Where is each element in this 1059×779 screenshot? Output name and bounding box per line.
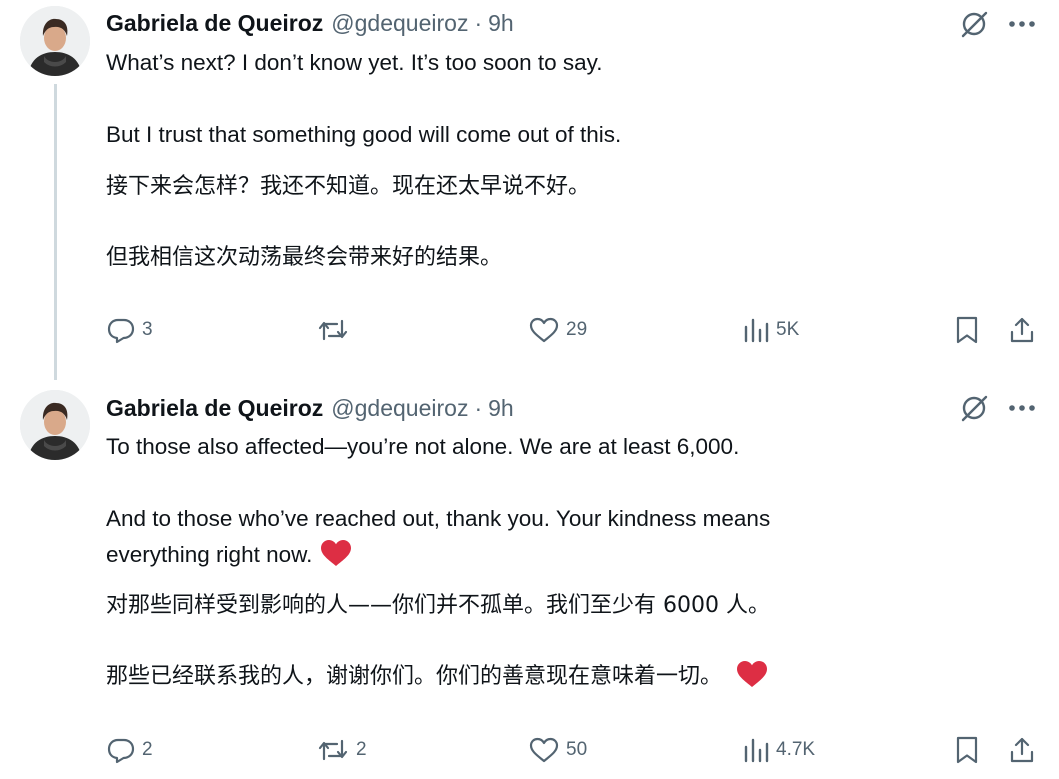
separator-dot: ·	[474, 9, 483, 36]
repost-button[interactable]: 2	[316, 734, 367, 766]
tweet-text-line: And to those who’ve reached out, thank y…	[106, 506, 771, 531]
tweet-1[interactable]: Gabriela de Queiroz @gdequeiroz · 9h Wha…	[0, 0, 1059, 380]
share-button[interactable]	[1008, 734, 1036, 766]
views-count: 5K	[776, 319, 800, 340]
tweet-text-line: 但我相信这次动荡最终会带来好的结果。	[106, 245, 503, 270]
reply-icon	[106, 315, 136, 345]
tweet-text-line: What’s next? I don’t know yet. It’s too …	[106, 50, 603, 75]
thread-line	[54, 84, 57, 380]
user-handle[interactable]: @gdequeiroz	[331, 10, 468, 37]
share-button[interactable]	[1008, 314, 1036, 346]
tweet-text-line: 对那些同样受到影响的人——你们并不孤单。我们至少有 6000 人。	[106, 593, 770, 618]
display-name[interactable]: Gabriela de Queiroz	[106, 395, 323, 422]
like-icon	[528, 315, 560, 345]
repost-icon	[316, 315, 350, 345]
separator-dot: ·	[474, 394, 483, 421]
avatar[interactable]	[20, 390, 90, 460]
tweet-header: Gabriela de Queiroz @gdequeiroz · 9h	[106, 8, 514, 38]
more-icon[interactable]	[1006, 392, 1038, 424]
reply-count: 3	[142, 319, 153, 340]
timestamp[interactable]: 9h	[488, 10, 514, 37]
like-count: 29	[566, 319, 588, 340]
bookmark-button[interactable]	[954, 734, 980, 766]
tweet-text-line: But I trust that something good will com…	[106, 122, 622, 147]
more-icon[interactable]	[1006, 8, 1038, 40]
bookmark-button[interactable]	[954, 314, 980, 346]
like-button[interactable]: 50	[528, 734, 587, 766]
tweet-text-line: To those also affected—you’re not alone.…	[106, 434, 740, 459]
repost-icon	[316, 735, 350, 765]
tweet-text-line: 接下来会怎样？我还不知道。现在还太早说不好。	[106, 174, 591, 199]
repost-count: 2	[356, 739, 367, 760]
reply-button[interactable]: 2	[106, 734, 153, 766]
timestamp[interactable]: 9h	[488, 395, 514, 422]
tweet-header: Gabriela de Queiroz @gdequeiroz · 9h	[106, 393, 514, 423]
like-button[interactable]: 29	[528, 314, 587, 346]
red-heart-emoji	[736, 660, 768, 699]
bookmark-icon	[954, 735, 980, 765]
grok-icon[interactable]	[958, 8, 990, 40]
views-icon	[742, 315, 770, 345]
views-button[interactable]: 5K	[742, 314, 799, 346]
display-name[interactable]: Gabriela de Queiroz	[106, 10, 323, 37]
share-icon	[1008, 735, 1036, 765]
like-icon	[528, 735, 560, 765]
user-handle[interactable]: @gdequeiroz	[331, 395, 468, 422]
bookmark-icon	[954, 315, 980, 345]
reply-icon	[106, 735, 136, 765]
avatar[interactable]	[20, 6, 90, 76]
red-heart-emoji	[320, 539, 352, 577]
repost-button[interactable]	[316, 314, 356, 346]
grok-icon[interactable]	[958, 392, 990, 424]
reply-count: 2	[142, 739, 153, 760]
tweet-text-span: 那些已经联系我的人，谢谢你们。你们的善意现在意味着一切。	[106, 664, 723, 689]
like-count: 50	[566, 739, 588, 760]
views-count: 4.7K	[776, 739, 816, 760]
tweet-2[interactable]: Gabriela de Queiroz @gdequeiroz · 9h To …	[0, 380, 1059, 779]
reply-button[interactable]: 3	[106, 314, 153, 346]
tweet-text-line: 那些已经联系我的人，谢谢你们。你们的善意现在意味着一切。	[106, 659, 946, 699]
tweet-text-span: everything right now.	[106, 542, 313, 567]
views-button[interactable]: 4.7K	[742, 734, 815, 766]
tweet-text-line: everything right now.	[106, 537, 946, 577]
share-icon	[1008, 315, 1036, 345]
views-icon	[742, 735, 770, 765]
